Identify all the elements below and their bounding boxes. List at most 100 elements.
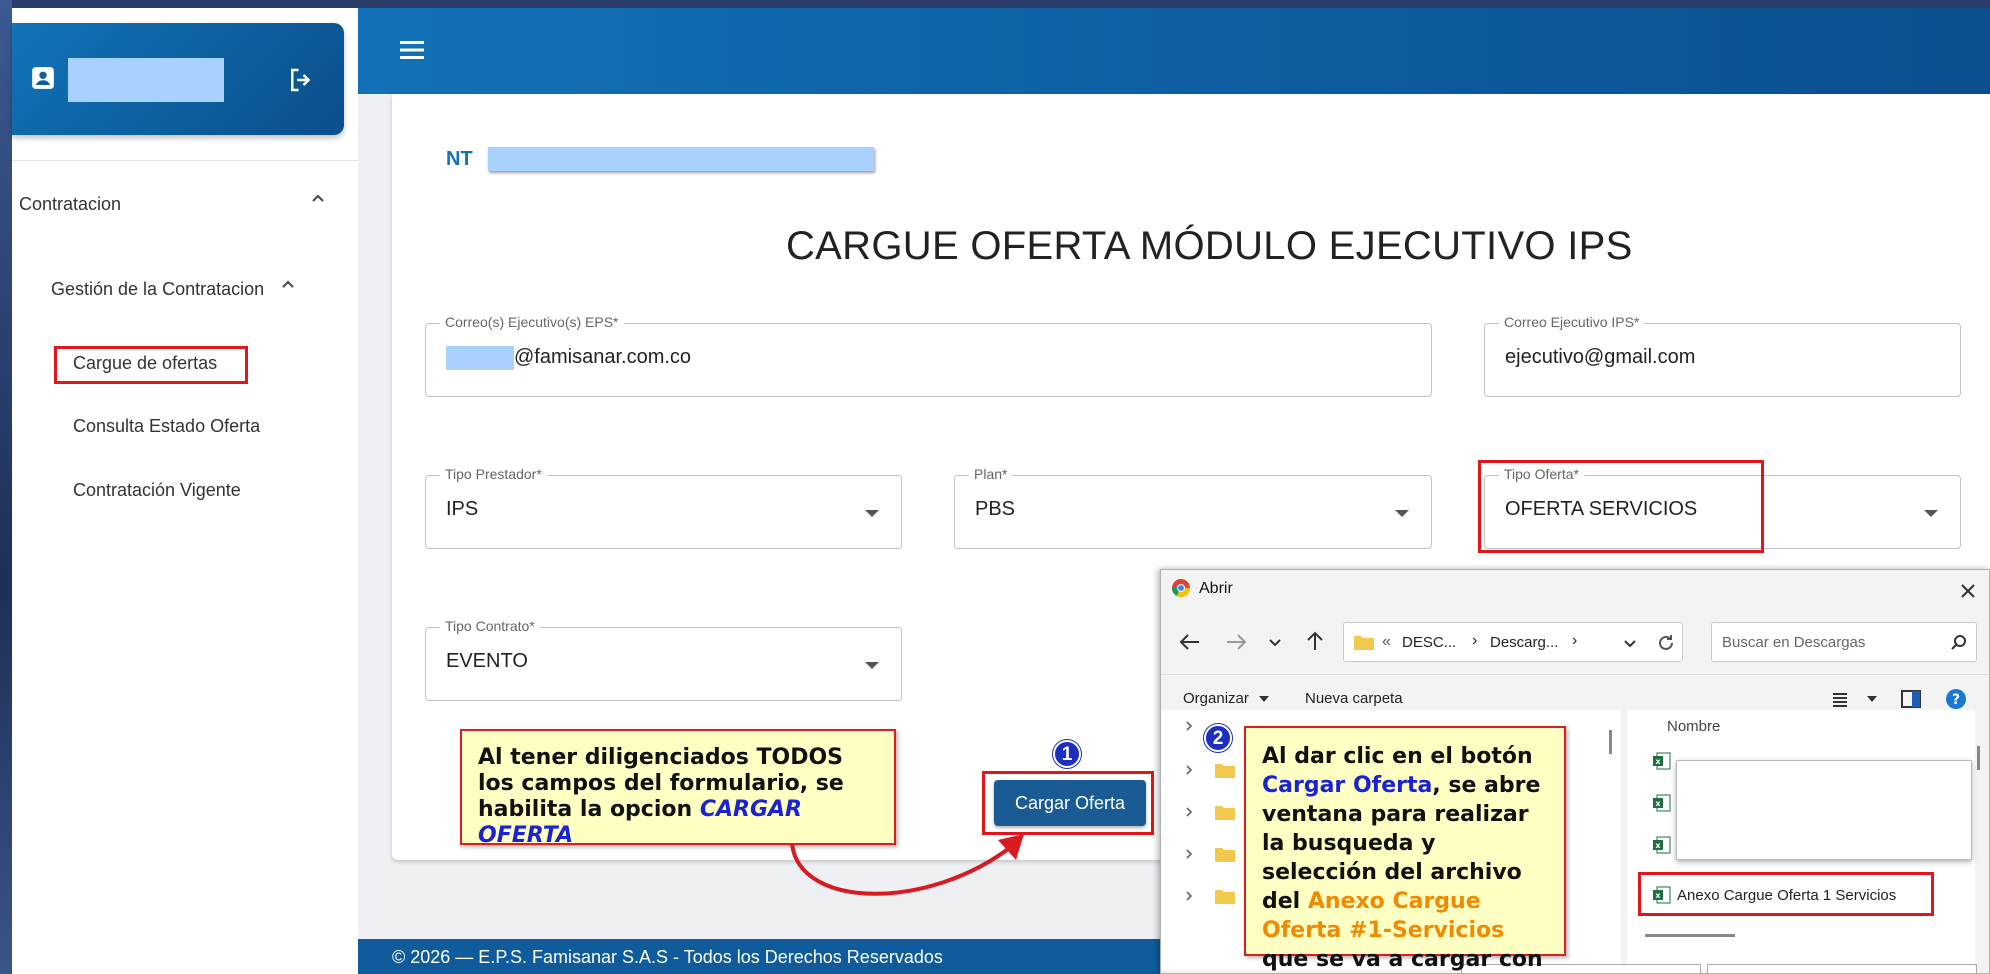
- tipo-prestador-select[interactable]: Tipo Prestador* IPS: [425, 466, 902, 549]
- sidebar-section-gestion[interactable]: Gestión de la Contratacion: [51, 279, 264, 300]
- close-icon[interactable]: [1959, 582, 1977, 600]
- help-icon[interactable]: ?: [1945, 688, 1967, 710]
- user-name-redacted: [68, 58, 224, 102]
- svg-text:?: ?: [1952, 692, 1960, 708]
- page-title: CARGUE OFERTA MÓDULO EJECUTIVO IPS: [786, 224, 1633, 268]
- sidebar-item-cargue-ofertas[interactable]: Cargue de ofertas: [73, 353, 217, 374]
- path-separator: ›: [1572, 632, 1578, 649]
- top-bar: [358, 8, 1990, 94]
- dropdown-caret-icon: [865, 662, 879, 669]
- email-user-redacted: [446, 346, 514, 370]
- up-arrow-icon[interactable]: [1305, 630, 1325, 652]
- correo-ips-value: ejecutivo@gmail.com: [1505, 346, 1696, 368]
- tipo-prestador-value: IPS: [446, 498, 479, 520]
- correo-eps-field[interactable]: Correo(s) Ejecutivo(s) EPS* @famisanar.c…: [425, 314, 1432, 397]
- highlight-box: [1478, 460, 1764, 553]
- nt-label: NT: [446, 148, 473, 170]
- chevron-right-icon[interactable]: [1183, 806, 1195, 818]
- footer-text: © 2026 — E.P.S. Famisanar S.A.S - Todos …: [392, 947, 943, 967]
- step-badge-2: 2: [1204, 724, 1232, 752]
- horizontal-scrollbar[interactable]: [1645, 934, 1735, 937]
- sidebar-section-contratacion[interactable]: Contratacion: [19, 194, 121, 215]
- folder-icon[interactable]: [1215, 888, 1235, 904]
- arrow-annotation: [790, 834, 1024, 896]
- correo-eps-value: @famisanar.com.co: [514, 346, 692, 368]
- scrollbar[interactable]: [1609, 730, 1612, 754]
- excel-file-icon[interactable]: x: [1653, 794, 1671, 812]
- dialog-title: Abrir: [1199, 580, 1233, 597]
- search-placeholder: Buscar en Descargas: [1722, 634, 1866, 651]
- tipo-contrato-label: Tipo Contrato: [445, 618, 530, 634]
- dropdown-arrow-icon: [1259, 696, 1269, 702]
- sidebar: Contratacion Gestión de la Contratacion …: [12, 8, 358, 974]
- required-mark: *: [613, 314, 619, 330]
- folder-icon[interactable]: [1215, 804, 1235, 820]
- hamburger-menu-icon[interactable]: [398, 38, 426, 62]
- correo-eps-label: Correo(s) Ejecutivo(s) EPS: [445, 314, 614, 330]
- callout-step-2: Al dar clic en el botón Cargar Oferta, s…: [1244, 726, 1566, 972]
- dropdown-arrow-icon[interactable]: [1867, 696, 1877, 704]
- dialog-separator: [1161, 674, 1989, 675]
- excel-file-icon[interactable]: x: [1653, 752, 1671, 770]
- logout-icon[interactable]: [286, 65, 316, 95]
- svg-text:x: x: [1655, 799, 1661, 808]
- plan-value: PBS: [975, 498, 1016, 520]
- filetype-select[interactable]: [1707, 964, 1977, 973]
- chevron-up-icon[interactable]: [310, 190, 326, 206]
- sidebar-item-contratacion-vigente[interactable]: Contratación Vigente: [73, 480, 241, 501]
- folder-icon[interactable]: [1215, 846, 1235, 862]
- scrollbar[interactable]: [1977, 746, 1980, 770]
- path-segment-2[interactable]: Descarg...: [1490, 634, 1558, 651]
- callout-2-text: que se va a cargar con la oferta: [1262, 947, 1543, 972]
- file-tooltip-redacted: [1676, 760, 1972, 860]
- highlight-box: [1638, 872, 1934, 916]
- sidebar-divider: [12, 160, 358, 161]
- column-header-name[interactable]: Nombre: [1667, 718, 1720, 735]
- chevron-down-icon[interactable]: [1622, 635, 1638, 651]
- excel-file-icon[interactable]: x: [1653, 836, 1671, 854]
- path-segment-1[interactable]: DESC...: [1402, 634, 1456, 651]
- refresh-icon[interactable]: [1656, 633, 1676, 653]
- tipo-contrato-value: EVENTO: [446, 650, 528, 672]
- tipo-prestador-label: Tipo Prestador: [445, 466, 537, 482]
- required-mark: *: [536, 466, 542, 482]
- view-list-icon[interactable]: [1831, 692, 1849, 708]
- path-bar[interactable]: « DESC... › Descarg... ›: [1343, 622, 1683, 662]
- required-mark: *: [1633, 314, 1640, 330]
- tipo-contrato-select[interactable]: Tipo Contrato* EVENTO: [425, 618, 902, 701]
- chevron-right-icon[interactable]: [1183, 764, 1195, 776]
- organize-menu[interactable]: Organizar: [1183, 690, 1249, 707]
- chrome-icon: [1172, 579, 1190, 598]
- forward-arrow-icon[interactable]: [1225, 632, 1247, 652]
- user-card: [12, 23, 344, 135]
- chevron-right-icon[interactable]: [1183, 890, 1195, 902]
- new-folder-button[interactable]: Nueva carpeta: [1305, 690, 1403, 707]
- correo-ips-label: Correo Ejecutivo IPS: [1504, 314, 1634, 330]
- path-prefix: «: [1382, 633, 1391, 650]
- back-arrow-icon[interactable]: [1179, 632, 1201, 652]
- chevron-down-icon[interactable]: [1267, 634, 1283, 650]
- search-icon: [1951, 635, 1966, 650]
- path-separator: ›: [1472, 632, 1478, 649]
- correo-ips-field[interactable]: Correo Ejecutivo IPS* ejecutivo@gmail.co…: [1484, 314, 1961, 397]
- search-input[interactable]: Buscar en Descargas: [1711, 622, 1977, 662]
- plan-select[interactable]: Plan* PBS: [954, 466, 1432, 549]
- chevron-right-icon[interactable]: [1183, 848, 1195, 860]
- dropdown-caret-icon: [1395, 510, 1409, 517]
- nt-value-redacted: [488, 147, 874, 171]
- step-badge-1: 1: [1053, 740, 1081, 768]
- callout-2-link: Cargar Oferta: [1262, 773, 1433, 798]
- svg-text:x: x: [1655, 841, 1661, 850]
- sidebar-item-consulta-estado[interactable]: Consulta Estado Oferta: [73, 416, 260, 437]
- column-collapse-icon: [1813, 718, 1831, 736]
- required-mark: *: [1002, 466, 1008, 482]
- folder-icon[interactable]: [1215, 762, 1235, 778]
- chevron-up-icon[interactable]: [280, 276, 296, 292]
- chevron-right-icon[interactable]: [1183, 720, 1195, 732]
- folder-icon: [1354, 636, 1374, 650]
- preview-pane-icon[interactable]: [1901, 690, 1921, 708]
- dropdown-caret-icon: [865, 510, 879, 517]
- dropdown-caret-icon: [1924, 510, 1938, 517]
- plan-label: Plan: [974, 466, 1003, 482]
- desktop-background: [0, 0, 12, 974]
